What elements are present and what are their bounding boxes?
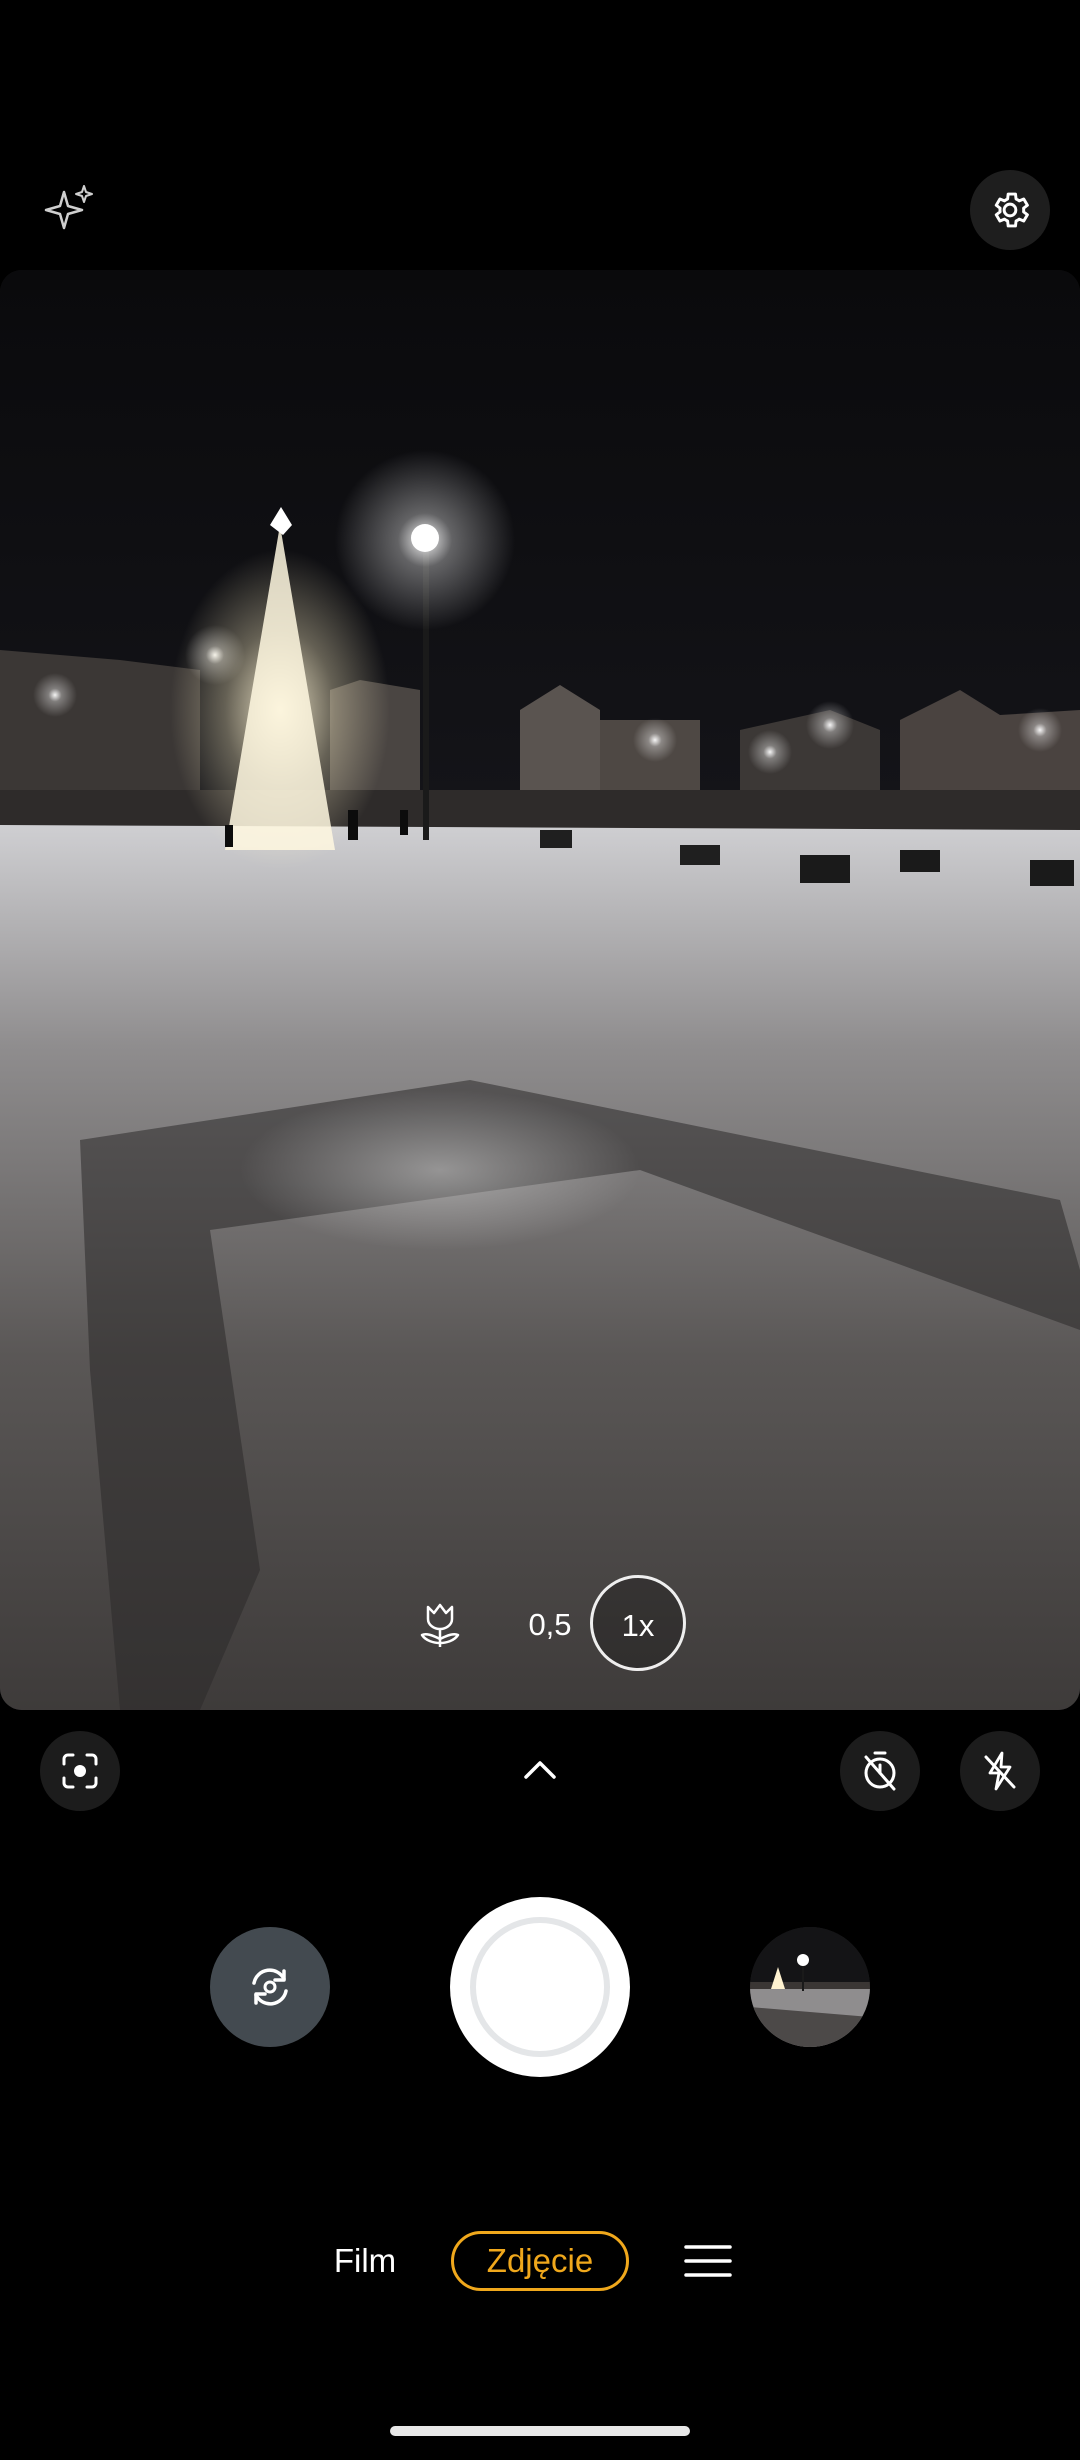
lens-button[interactable] xyxy=(40,1731,120,1811)
mode-film[interactable]: Film xyxy=(320,2236,410,2286)
menu-icon xyxy=(680,2240,736,2282)
camera-screen: 0,5 1x Film Zdjęcie xyxy=(0,0,1080,2460)
sparkle-icon[interactable] xyxy=(44,182,96,234)
modes-menu-button[interactable] xyxy=(680,2240,736,2282)
shutter-button[interactable] xyxy=(450,1897,630,2077)
settings-button[interactable] xyxy=(970,170,1050,250)
tulip-icon[interactable] xyxy=(414,1599,466,1651)
timer-button[interactable] xyxy=(840,1731,920,1811)
zoom-option-main[interactable]: 1x xyxy=(590,1575,686,1671)
camera-switch-icon xyxy=(242,1959,298,2015)
viewfinder[interactable]: 0,5 1x xyxy=(0,270,1080,1710)
timer-off-icon xyxy=(858,1749,902,1793)
flash-button[interactable] xyxy=(960,1731,1040,1811)
shutter-inner-ring xyxy=(470,1917,610,2057)
lens-scan-icon xyxy=(60,1751,100,1791)
gallery-thumbnail[interactable] xyxy=(750,1927,870,2047)
chevron-up-icon xyxy=(510,1745,570,1795)
home-indicator[interactable] xyxy=(390,2426,690,2436)
camera-preview xyxy=(0,270,1080,1710)
zoom-selector: 0,5 1x xyxy=(400,1575,700,1675)
gear-icon xyxy=(988,188,1032,232)
switch-camera-button[interactable] xyxy=(210,1927,330,2047)
expand-controls-button[interactable] xyxy=(510,1745,570,1795)
flash-off-icon xyxy=(978,1749,1022,1793)
zoom-option-wide[interactable]: 0,5 xyxy=(510,1600,590,1650)
mode-photo[interactable]: Zdjęcie xyxy=(451,2231,629,2291)
